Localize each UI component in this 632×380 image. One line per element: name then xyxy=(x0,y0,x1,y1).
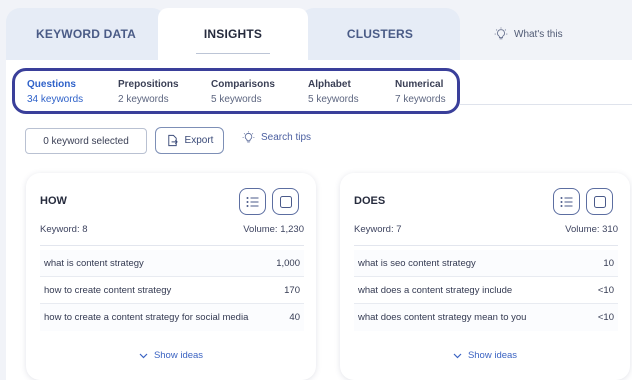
show-ideas-button[interactable]: Show ideas xyxy=(26,350,316,361)
keyword-list: what is seo content strategy 10 what doe… xyxy=(354,250,618,331)
keyword-row[interactable]: what is seo content strategy 10 xyxy=(354,250,618,277)
subtab-count: 5 keywords xyxy=(211,94,262,105)
tab-keyword-data[interactable]: KEYWORD DATA xyxy=(6,8,166,60)
lightbulb-icon xyxy=(494,27,508,40)
chevron-down-icon xyxy=(139,353,148,358)
list-icon xyxy=(560,196,573,207)
keyword-count: Keyword: 7 xyxy=(354,224,402,235)
subtab-count: 2 keywords xyxy=(118,94,169,105)
export-icon xyxy=(167,134,178,147)
card-divider xyxy=(354,245,618,246)
card-title: HOW xyxy=(40,195,67,207)
subtab-comparisons[interactable]: Comparisons 5 keywords xyxy=(211,79,275,105)
keyword-text: what does a content strategy include xyxy=(358,284,513,296)
search-tips-label: Search tips xyxy=(261,132,312,143)
export-label: Export xyxy=(184,135,214,146)
subtabs-divider xyxy=(460,104,632,105)
keyword-volume: <10 xyxy=(597,312,614,323)
search-tips-link[interactable]: Search tips xyxy=(242,131,311,144)
tab-active-underline xyxy=(196,53,270,54)
question-type-tabs: Questions 34 keywords Prepositions 2 key… xyxy=(12,68,460,114)
question-card-how: HOW Keyword: 8 Volume: 1,230 what is con… xyxy=(26,173,316,380)
card-meta: Keyword: 7 Volume: 310 xyxy=(354,224,618,235)
question-card-does: DOES Keyword: 7 Volume: 310 what is seo … xyxy=(340,173,630,380)
card-title: DOES xyxy=(354,195,386,207)
subtab-questions[interactable]: Questions 34 keywords xyxy=(27,79,83,105)
whats-this-label: What's this xyxy=(514,28,563,40)
keyword-text: what is seo content strategy xyxy=(358,257,476,269)
keyword-volume: 170 xyxy=(284,284,300,296)
keyword-text: what is content strategy xyxy=(44,257,144,269)
keyword-row[interactable]: what does content strategy mean to you <… xyxy=(354,304,618,331)
subtab-count: 7 keywords xyxy=(395,94,446,105)
checkbox-icon xyxy=(279,195,292,208)
subtab-prepositions[interactable]: Prepositions 2 keywords xyxy=(118,79,179,105)
select-all-checkbox[interactable] xyxy=(586,188,613,215)
keyword-volume: 40 xyxy=(289,312,300,323)
list-view-button[interactable] xyxy=(553,188,580,215)
chevron-down-icon xyxy=(453,353,462,358)
keyword-row[interactable]: how to create a content strategy for soc… xyxy=(40,304,304,331)
keyword-text: how to create a content strategy for soc… xyxy=(44,312,249,323)
keyword-selected-indicator[interactable]: 0 keyword selected xyxy=(25,128,147,154)
whats-this-link[interactable]: What's this xyxy=(494,8,563,60)
tab-clusters[interactable]: CLUSTERS xyxy=(300,8,460,60)
subtab-count: 34 keywords xyxy=(27,94,84,105)
keyword-volume: 1,000 xyxy=(276,257,300,269)
subtab-label: Questions xyxy=(27,79,76,90)
subtab-label: Comparisons xyxy=(211,79,275,90)
subtab-label: Numerical xyxy=(395,79,444,90)
list-icon xyxy=(246,196,259,207)
keyword-volume: 10 xyxy=(603,257,614,269)
keyword-row[interactable]: how to create content strategy 170 xyxy=(40,277,304,304)
checkbox-icon xyxy=(593,195,606,208)
keyword-text: what does content strategy mean to you xyxy=(358,312,527,323)
subtab-numerical[interactable]: Numerical 7 keywords xyxy=(395,79,446,105)
show-ideas-label: Show ideas xyxy=(153,350,204,361)
keyword-count: Keyword: 8 xyxy=(40,224,88,235)
volume-total: Volume: 1,230 xyxy=(243,224,304,235)
tab-insights[interactable]: INSIGHTS xyxy=(158,8,308,60)
card-divider xyxy=(40,245,304,246)
tab-insights-label: INSIGHTS xyxy=(203,27,263,41)
volume-total: Volume: 310 xyxy=(565,224,618,235)
subtab-alphabet[interactable]: Alphabet 5 keywords xyxy=(308,79,359,105)
keyword-row[interactable]: what is content strategy 1,000 xyxy=(40,250,304,277)
keyword-text: how to create content strategy xyxy=(44,284,172,296)
show-ideas-button[interactable]: Show ideas xyxy=(340,350,630,361)
subtab-label: Prepositions xyxy=(118,79,179,90)
keyword-row[interactable]: what does a content strategy include <10 xyxy=(354,277,618,304)
card-meta: Keyword: 8 Volume: 1,230 xyxy=(40,224,304,235)
top-tabs: KEYWORD DATA CLUSTERS INSIGHTS What's th… xyxy=(0,8,632,60)
lightbulb-icon xyxy=(242,131,255,143)
list-view-button[interactable] xyxy=(239,188,266,215)
subtab-label: Alphabet xyxy=(308,79,351,90)
export-button[interactable]: Export xyxy=(155,127,224,154)
keyword-list: what is content strategy 1,000 how to cr… xyxy=(40,250,304,331)
show-ideas-label: Show ideas xyxy=(467,350,518,361)
select-all-checkbox[interactable] xyxy=(272,188,299,215)
keyword-volume: <10 xyxy=(597,284,614,296)
subtab-count: 5 keywords xyxy=(308,94,359,105)
